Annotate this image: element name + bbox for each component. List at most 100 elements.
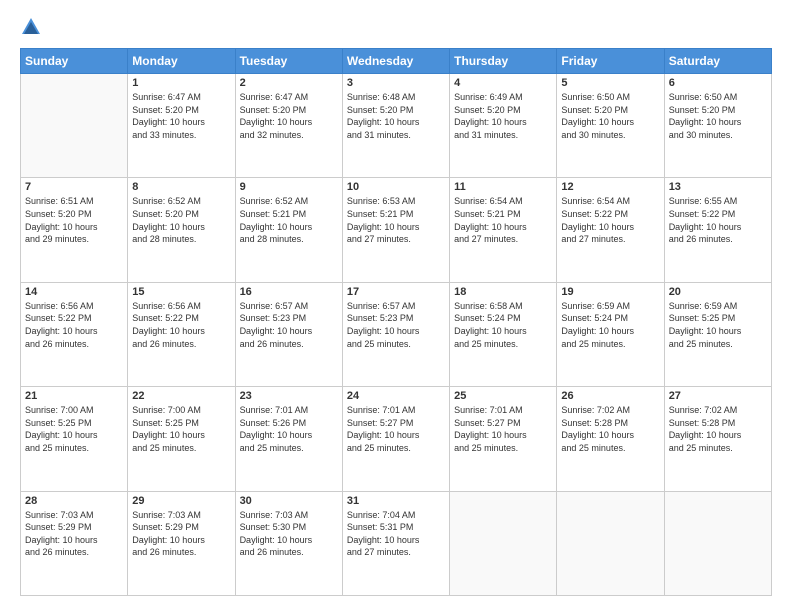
calendar-cell: 2 Sunrise: 6:47 AM Sunset: 5:20 PM Daylig… (235, 74, 342, 178)
day-info: Sunrise: 7:01 AM Sunset: 5:27 PM Dayligh… (454, 404, 552, 454)
calendar-cell: 5Sunrise: 6:50 AM Sunset: 5:20 PM Daylig… (557, 74, 664, 178)
day-info: Sunrise: 7:01 AM Sunset: 5:27 PM Dayligh… (347, 404, 445, 454)
day-info: Sunrise: 6:49 AM Sunset: 5:20 PM Dayligh… (454, 91, 552, 141)
day-number: 17 (347, 286, 445, 298)
calendar-cell: 16 Sunrise: 6:57 AM Sunset: 5:23 PM Dayli… (235, 282, 342, 386)
day-info: Sunrise: 6:57 AM Sunset: 5:23 PM Dayligh… (347, 300, 445, 350)
logo-icon (20, 16, 42, 38)
day-info: Sunrise: 7:00 AM Sunset: 5:25 PM Dayligh… (132, 404, 230, 454)
day-info: Sunrise: 6:59 AM Sunset: 5:24 PM Dayligh… (561, 300, 659, 350)
calendar-cell: 31 Sunrise: 7:04 AM Sunset: 5:31 PM Dayli… (342, 491, 449, 595)
weekday-header-monday: Monday (128, 49, 235, 74)
calendar-cell: 12 Sunrise: 6:54 AM Sunset: 5:22 PM Dayli… (557, 178, 664, 282)
day-number: 29 (132, 495, 230, 507)
calendar-cell: 7 Sunrise: 6:51 AM Sunset: 5:20 PM Daylig… (21, 178, 128, 282)
day-info: Sunrise: 6:59 AM Sunset: 5:25 PM Dayligh… (669, 300, 767, 350)
calendar-cell (450, 491, 557, 595)
calendar-cell: 3 Sunrise: 6:48 AM Sunset: 5:20 PM Daylig… (342, 74, 449, 178)
day-info: Sunrise: 6:56 AM Sunset: 5:22 PM Dayligh… (25, 300, 123, 350)
day-number: 24 (347, 390, 445, 402)
day-number: 30 (240, 495, 338, 507)
calendar: SundayMondayTuesdayWednesdayThursdayFrid… (20, 48, 772, 596)
day-number: 12 (561, 181, 659, 193)
day-info: Sunrise: 7:02 AM Sunset: 5:28 PM Dayligh… (561, 404, 659, 454)
calendar-cell: 13 Sunrise: 6:55 AM Sunset: 5:22 PM Dayli… (664, 178, 771, 282)
day-number: 26 (561, 390, 659, 402)
day-info: Sunrise: 6:58 AM Sunset: 5:24 PM Dayligh… (454, 300, 552, 350)
day-number: 15 (132, 286, 230, 298)
day-number: 22 (132, 390, 230, 402)
calendar-cell: 1 Sunrise: 6:47 AM Sunset: 5:20 PM Daylig… (128, 74, 235, 178)
day-info: Sunrise: 6:51 AM Sunset: 5:20 PM Dayligh… (25, 195, 123, 245)
calendar-week-4: 21Sunrise: 7:00 AM Sunset: 5:25 PM Dayli… (21, 387, 772, 491)
calendar-cell: 15 Sunrise: 6:56 AM Sunset: 5:22 PM Dayli… (128, 282, 235, 386)
day-info: Sunrise: 7:01 AM Sunset: 5:26 PM Dayligh… (240, 404, 338, 454)
page: SundayMondayTuesdayWednesdayThursdayFrid… (0, 0, 792, 612)
calendar-cell: 19Sunrise: 6:59 AM Sunset: 5:24 PM Dayli… (557, 282, 664, 386)
day-info: Sunrise: 6:52 AM Sunset: 5:21 PM Dayligh… (240, 195, 338, 245)
calendar-cell: 26 Sunrise: 7:02 AM Sunset: 5:28 PM Dayli… (557, 387, 664, 491)
day-info: Sunrise: 6:50 AM Sunset: 5:20 PM Dayligh… (669, 91, 767, 141)
day-number: 23 (240, 390, 338, 402)
header (20, 16, 772, 38)
day-info: Sunrise: 7:03 AM Sunset: 5:29 PM Dayligh… (25, 509, 123, 559)
day-info: Sunrise: 6:54 AM Sunset: 5:22 PM Dayligh… (561, 195, 659, 245)
day-number: 14 (25, 286, 123, 298)
day-number: 20 (669, 286, 767, 298)
calendar-cell: 30Sunrise: 7:03 AM Sunset: 5:30 PM Dayli… (235, 491, 342, 595)
day-info: Sunrise: 6:56 AM Sunset: 5:22 PM Dayligh… (132, 300, 230, 350)
day-number: 25 (454, 390, 552, 402)
calendar-cell: 20 Sunrise: 6:59 AM Sunset: 5:25 PM Dayli… (664, 282, 771, 386)
calendar-cell: 11 Sunrise: 6:54 AM Sunset: 5:21 PM Dayli… (450, 178, 557, 282)
day-info: Sunrise: 7:04 AM Sunset: 5:31 PM Dayligh… (347, 509, 445, 559)
day-number: 31 (347, 495, 445, 507)
day-number: 13 (669, 181, 767, 193)
calendar-cell: 24 Sunrise: 7:01 AM Sunset: 5:27 PM Dayli… (342, 387, 449, 491)
calendar-cell: 29 Sunrise: 7:03 AM Sunset: 5:29 PM Dayli… (128, 491, 235, 595)
day-info: Sunrise: 6:52 AM Sunset: 5:20 PM Dayligh… (132, 195, 230, 245)
calendar-cell: 18 Sunrise: 6:58 AM Sunset: 5:24 PM Dayli… (450, 282, 557, 386)
calendar-cell: 14 Sunrise: 6:56 AM Sunset: 5:22 PM Dayli… (21, 282, 128, 386)
day-info: Sunrise: 6:47 AM Sunset: 5:20 PM Dayligh… (240, 91, 338, 141)
calendar-cell: 17 Sunrise: 6:57 AM Sunset: 5:23 PM Dayli… (342, 282, 449, 386)
calendar-week-5: 28Sunrise: 7:03 AM Sunset: 5:29 PM Dayli… (21, 491, 772, 595)
weekday-header-tuesday: Tuesday (235, 49, 342, 74)
weekday-header-friday: Friday (557, 49, 664, 74)
calendar-cell: 4 Sunrise: 6:49 AM Sunset: 5:20 PM Daylig… (450, 74, 557, 178)
day-number: 7 (25, 181, 123, 193)
day-number: 3 (347, 77, 445, 89)
day-number: 2 (240, 77, 338, 89)
calendar-cell: 28Sunrise: 7:03 AM Sunset: 5:29 PM Dayli… (21, 491, 128, 595)
calendar-cell: 27Sunrise: 7:02 AM Sunset: 5:28 PM Dayli… (664, 387, 771, 491)
calendar-cell (557, 491, 664, 595)
day-number: 27 (669, 390, 767, 402)
day-info: Sunrise: 7:00 AM Sunset: 5:25 PM Dayligh… (25, 404, 123, 454)
day-info: Sunrise: 6:50 AM Sunset: 5:20 PM Dayligh… (561, 91, 659, 141)
calendar-week-3: 14 Sunrise: 6:56 AM Sunset: 5:22 PM Dayli… (21, 282, 772, 386)
calendar-cell: 25 Sunrise: 7:01 AM Sunset: 5:27 PM Dayli… (450, 387, 557, 491)
day-info: Sunrise: 6:48 AM Sunset: 5:20 PM Dayligh… (347, 91, 445, 141)
day-number: 16 (240, 286, 338, 298)
day-info: Sunrise: 7:03 AM Sunset: 5:29 PM Dayligh… (132, 509, 230, 559)
day-number: 1 (132, 77, 230, 89)
calendar-body: 1 Sunrise: 6:47 AM Sunset: 5:20 PM Daylig… (21, 74, 772, 596)
day-number: 18 (454, 286, 552, 298)
calendar-header-row: SundayMondayTuesdayWednesdayThursdayFrid… (21, 49, 772, 74)
day-info: Sunrise: 6:47 AM Sunset: 5:20 PM Dayligh… (132, 91, 230, 141)
day-info: Sunrise: 6:53 AM Sunset: 5:21 PM Dayligh… (347, 195, 445, 245)
calendar-cell: 23 Sunrise: 7:01 AM Sunset: 5:26 PM Dayli… (235, 387, 342, 491)
day-info: Sunrise: 6:57 AM Sunset: 5:23 PM Dayligh… (240, 300, 338, 350)
weekday-header-wednesday: Wednesday (342, 49, 449, 74)
day-info: Sunrise: 6:55 AM Sunset: 5:22 PM Dayligh… (669, 195, 767, 245)
calendar-week-2: 7 Sunrise: 6:51 AM Sunset: 5:20 PM Daylig… (21, 178, 772, 282)
calendar-cell: 10Sunrise: 6:53 AM Sunset: 5:21 PM Dayli… (342, 178, 449, 282)
weekday-header-saturday: Saturday (664, 49, 771, 74)
calendar-cell: 8 Sunrise: 6:52 AM Sunset: 5:20 PM Daylig… (128, 178, 235, 282)
day-number: 8 (132, 181, 230, 193)
day-info: Sunrise: 6:54 AM Sunset: 5:21 PM Dayligh… (454, 195, 552, 245)
logo (20, 16, 46, 38)
calendar-cell: 6Sunrise: 6:50 AM Sunset: 5:20 PM Daylig… (664, 74, 771, 178)
calendar-cell (21, 74, 128, 178)
day-number: 4 (454, 77, 552, 89)
day-number: 11 (454, 181, 552, 193)
